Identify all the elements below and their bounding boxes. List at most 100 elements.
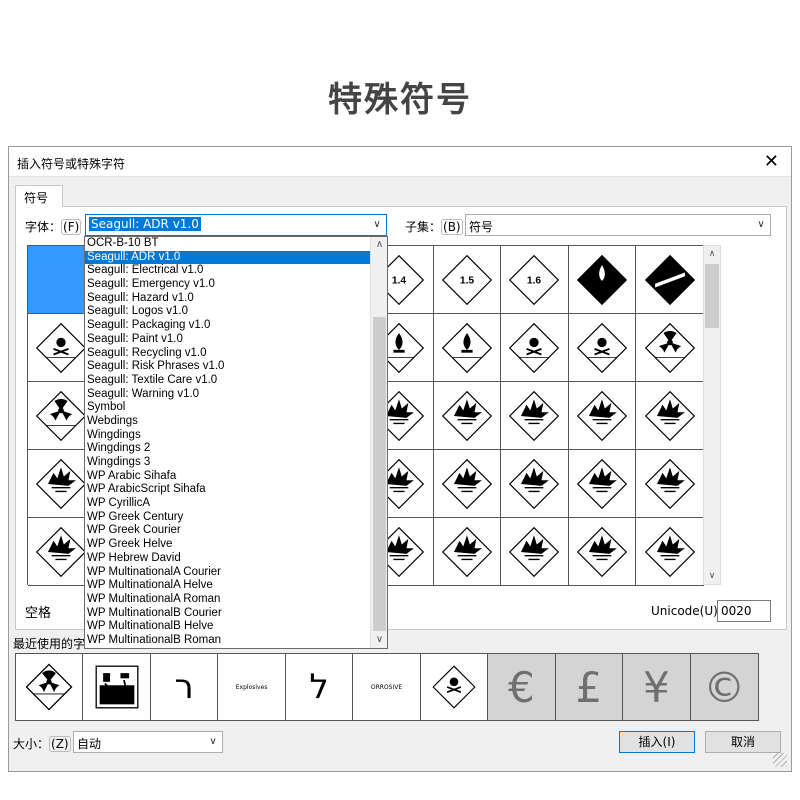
font-option[interactable]: Wingdings — [85, 429, 371, 443]
resize-grip-icon[interactable] — [773, 753, 787, 767]
font-option[interactable]: WP Hebrew David — [85, 552, 371, 566]
page-heading: 特殊符号 — [328, 80, 472, 120]
font-option[interactable]: Wingdings 3 — [85, 456, 371, 470]
scroll-thumb[interactable] — [705, 264, 719, 328]
cancel-button[interactable]: 取消 — [705, 731, 781, 753]
font-option[interactable]: Seagull: Textile Care v1.0 — [85, 374, 371, 388]
symbol-cell[interactable] — [568, 450, 637, 518]
font-option[interactable]: WP MultinationalA Courier — [85, 566, 371, 580]
font-option[interactable]: WP MultinationalB Courier — [85, 607, 371, 621]
chevron-down-icon[interactable]: ∨ — [368, 215, 386, 235]
symbol-cell[interactable] — [636, 382, 704, 450]
symbol-cell[interactable] — [568, 518, 637, 586]
close-icon[interactable]: ✕ — [764, 151, 779, 172]
font-option[interactable]: Symbol — [85, 401, 371, 415]
font-option[interactable]: Seagull: Hazard v1.0 — [85, 292, 371, 306]
font-option[interactable]: WP MultinationalA Helve — [85, 579, 371, 593]
symbol-cell[interactable] — [568, 314, 637, 382]
hazard-diamond-icon — [441, 390, 492, 441]
recent-symbol-yen[interactable]: ¥ — [623, 654, 691, 720]
font-option[interactable]: WP Greek Helve — [85, 538, 371, 552]
hazard-diamond-icon — [576, 526, 628, 577]
recent-symbol-euro[interactable]: € — [488, 654, 556, 720]
hazard-diamond-icon — [644, 254, 695, 305]
size-label: 大小： (Z) — [13, 736, 71, 752]
symbol-cell[interactable] — [433, 450, 502, 518]
symbol-cell[interactable] — [636, 518, 704, 586]
recent-symbol-pound[interactable]: £ — [555, 654, 624, 720]
symbol-cell[interactable] — [433, 518, 502, 586]
dialog-title: 插入符号或特殊字符 — [17, 157, 126, 171]
recent-symbol-explosives[interactable]: Explosives — [218, 654, 286, 720]
symbol-cell[interactable] — [636, 246, 704, 314]
hazard-diamond-icon — [644, 322, 695, 373]
subset-select[interactable]: 符号 ∨ — [465, 214, 771, 236]
font-option[interactable]: Seagull: Risk Phrases v1.0 — [85, 360, 371, 374]
hazard-diamond-icon — [441, 458, 492, 509]
symbol-cell[interactable]: 1.6 — [501, 246, 569, 314]
scroll-thumb[interactable] — [373, 317, 386, 631]
hazard-diamond-icon: 1.5 — [441, 254, 492, 305]
hazard-diamond-icon — [576, 254, 628, 305]
font-option[interactable]: WP MultinationalB Roman — [85, 634, 371, 648]
font-option[interactable]: Seagull: Packaging v1.0 — [85, 319, 371, 333]
font-option[interactable]: WP MultinationalB Helve — [85, 620, 371, 634]
font-dropdown-list: OCR-B-10 BT Seagull: ADR v1.0 Seagull: Ele… — [84, 236, 388, 649]
symbol-cell[interactable] — [636, 450, 704, 518]
radiation-hazard-icon — [25, 663, 73, 711]
font-option[interactable]: WP Greek Century — [85, 511, 371, 525]
font-option[interactable]: Seagull: ADR v1.0 — [85, 250, 371, 265]
recent-symbol-radiation[interactable] — [16, 654, 84, 720]
scroll-up-icon[interactable]: ∧ — [704, 246, 720, 262]
symbol-cell[interactable] — [568, 382, 637, 450]
symbol-cell[interactable] — [636, 314, 704, 382]
font-option[interactable]: WP Greek Courier — [85, 524, 371, 538]
symbol-cell[interactable] — [433, 314, 502, 382]
symbol-cell[interactable] — [501, 450, 569, 518]
unicode-input[interactable]: 0020 — [717, 600, 771, 622]
font-option[interactable]: Webdings — [85, 415, 371, 429]
recent-symbol-toxic[interactable] — [420, 654, 489, 720]
font-option[interactable]: WP CyrillicA — [85, 497, 371, 511]
character-name: 空格 — [25, 606, 52, 621]
font-option[interactable]: WP ArabicScript Sihafa — [85, 483, 371, 497]
font-option[interactable]: Wingdings 2 — [85, 442, 371, 456]
symbol-cell[interactable]: 1.5 — [433, 246, 502, 314]
font-option[interactable]: WP Arabic Sihafa — [85, 470, 371, 484]
scroll-up-icon[interactable]: ∧ — [371, 237, 388, 253]
recent-symbol-corrosive-text[interactable]: ORROSIVE — [353, 654, 421, 720]
symbol-cell[interactable] — [433, 382, 502, 450]
font-option[interactable]: OCR-B-10 BT — [85, 237, 371, 251]
symbol-cell[interactable] — [568, 246, 637, 314]
insert-button[interactable]: 插入(I) — [619, 731, 695, 753]
font-select[interactable]: Seagull: ADR v1.0 ∨ — [85, 214, 387, 236]
symbol-grid-scrollbar[interactable]: ∧ ∨ — [703, 245, 721, 585]
font-option[interactable]: Seagull: Warning v1.0 — [85, 388, 371, 402]
font-option[interactable]: Seagull: Emergency v1.0 — [85, 278, 371, 292]
hazard-diamond-icon — [644, 458, 695, 509]
recent-symbol-resh[interactable]: ר — [150, 654, 219, 720]
chevron-down-icon[interactable]: ∨ — [204, 732, 222, 752]
font-option[interactable]: Seagull: Paint v1.0 — [85, 333, 371, 347]
symbol-cell[interactable] — [501, 382, 569, 450]
font-option[interactable]: Seagull: Electrical v1.0 — [85, 264, 371, 278]
subset-label: 子集： (B) — [405, 219, 463, 235]
recent-symbol-corrosive[interactable] — [83, 654, 151, 720]
font-option[interactable]: Seagull: Logos v1.0 — [85, 305, 371, 319]
scroll-down-icon[interactable]: ∨ — [704, 568, 720, 584]
tab-symbols[interactable]: 符号 — [15, 185, 63, 207]
size-select[interactable]: 自动 ∨ — [73, 731, 223, 753]
hazard-diamond-icon — [509, 526, 560, 577]
font-option[interactable]: Seagull: Recycling v1.0 — [85, 347, 371, 361]
hazard-diamond-icon — [36, 526, 87, 577]
recent-symbol-lamed[interactable]: ל — [285, 654, 354, 720]
font-dropdown-scrollbar[interactable]: ∧ ∨ — [370, 237, 387, 648]
hazard-diamond-icon — [36, 322, 87, 373]
svg-text:1.6: 1.6 — [527, 275, 542, 286]
chevron-down-icon[interactable]: ∨ — [752, 215, 770, 235]
symbol-cell[interactable] — [501, 518, 569, 586]
scroll-down-icon[interactable]: ∨ — [371, 632, 388, 648]
symbol-cell[interactable] — [501, 314, 569, 382]
recent-symbol-copyright[interactable]: © — [690, 654, 758, 720]
font-option[interactable]: WP MultinationalA Roman — [85, 593, 371, 607]
